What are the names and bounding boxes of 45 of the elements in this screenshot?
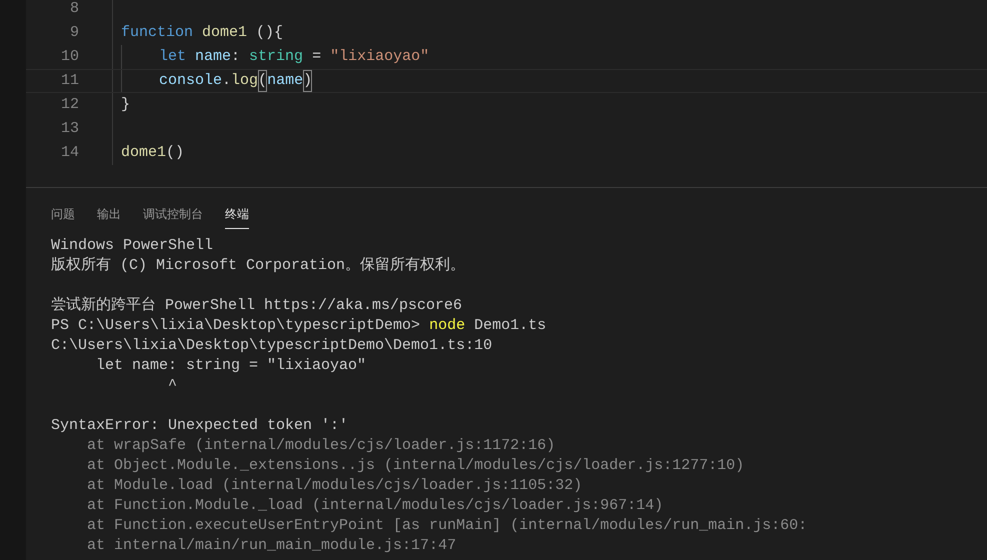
panel-tab[interactable]: 问题 [51, 201, 75, 229]
panel-tab[interactable]: 终端 [225, 201, 249, 229]
terminal-command: node [429, 317, 466, 334]
line-number: 11 [60, 71, 79, 91]
code-token: let [159, 47, 186, 67]
matched-bracket: ( [258, 70, 268, 92]
panel-tab[interactable]: 输出 [97, 201, 121, 229]
matched-bracket: ) [303, 70, 312, 92]
line-number: 10 [60, 47, 79, 67]
terminal-line: Windows PowerShell [51, 236, 214, 256]
terminal-line: let name: string = "lixiaoyao" [95, 356, 368, 376]
terminal-line: 尝试新的跨平台 PowerShell https://aka.ms/pscore6 [51, 296, 464, 316]
code-token: log [231, 71, 258, 91]
code-token: string [249, 47, 304, 67]
code-token: "lixiaoyao" [330, 47, 430, 67]
code-token: function [121, 23, 194, 43]
panel-tab[interactable]: 调试控制台 [143, 201, 203, 229]
terminal-line: SyntaxError: Unexpected token ':' [51, 416, 350, 436]
code-token: console [159, 71, 222, 91]
stack-trace-line: at Function.Module._load (internal/modules/cjs/loader.js:967:14) [86, 496, 664, 516]
code-token: } [121, 95, 130, 115]
terminal-line: C:\Users\lixia\Desktop\typescriptDemo\Demo1.ts:10 [51, 336, 494, 356]
line-number: 8 [68, 0, 79, 19]
code-token: (){ [255, 23, 284, 43]
line-number: 12 [60, 95, 79, 115]
terminal-line: 版权所有 (C) Microsoft Corporation。保留所有权利。 [51, 256, 466, 276]
code-token: : [231, 47, 242, 67]
code-token: . [222, 71, 232, 91]
code-token: dome1 [121, 143, 166, 163]
stack-trace-line: at wrapSafe (internal/modules/cjs/loader.js:1172:16) [86, 436, 556, 456]
line-number: 9 [68, 23, 79, 43]
line-number: 13 [60, 119, 79, 139]
terminal-prompt: PS C:\Users\lixia\Desktop\typescriptDemo> [51, 317, 422, 334]
terminal-line: ^ [167, 376, 178, 396]
code-token: name [194, 47, 232, 67]
code-token: name [267, 71, 304, 91]
code-token: = [311, 47, 322, 67]
line-number: 14 [60, 143, 79, 163]
stack-trace-line: at internal/main/run_main_module.js:17:47 [86, 536, 458, 556]
code-token: dome1 [201, 23, 248, 43]
code-token: () [166, 143, 184, 163]
terminal-args: Demo1.ts [473, 317, 546, 334]
stack-trace-line: at Module.load (internal/modules/cjs/loader.js:1105:32) [86, 476, 584, 496]
stack-trace-line: at Function.executeUserEntryPoint [as runMain] (internal/modules/run_main.js:60: [86, 516, 808, 536]
stack-trace-line: at Object.Module._extensions..js (internal/modules/cjs/loader.js:1277:10) [86, 456, 746, 476]
